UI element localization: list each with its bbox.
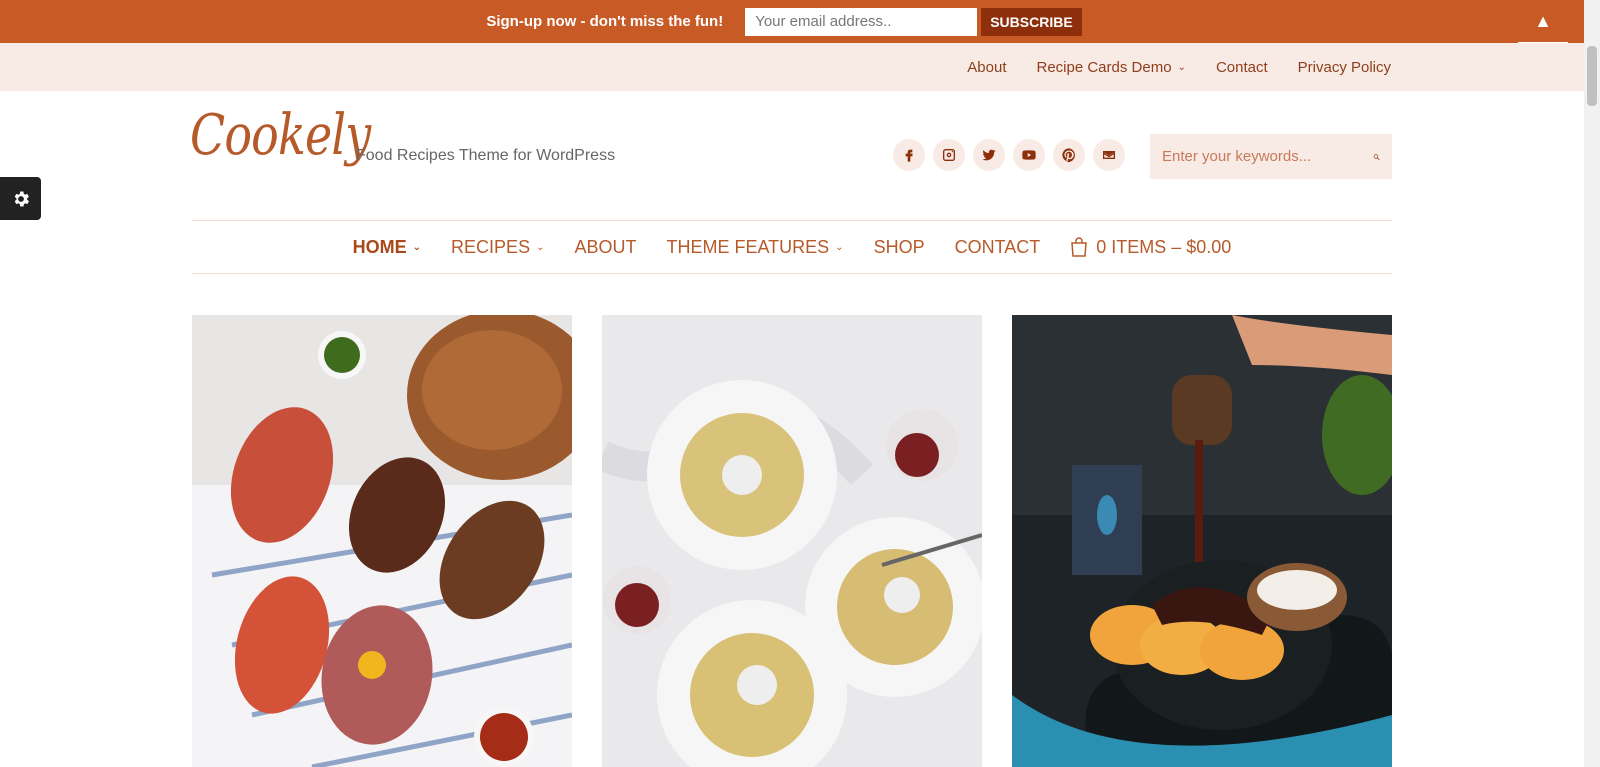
nav-recipes[interactable]: RECIPES ⌄: [451, 237, 544, 258]
chevron-down-icon: ⌄: [1177, 61, 1186, 73]
top-nav-privacy-policy[interactable]: Privacy Policy: [1298, 59, 1391, 76]
email-icon[interactable]: [1093, 139, 1125, 171]
youtube-icon[interactable]: [1013, 139, 1045, 171]
nav-shop[interactable]: SHOP: [874, 237, 925, 258]
signup-collapse-button[interactable]: ▲: [1518, 0, 1568, 43]
site-tagline: Food Recipes Theme for WordPress: [356, 147, 616, 164]
chevron-down-icon: ⌄: [835, 241, 844, 253]
nav-theme-features[interactable]: THEME FEATURES ⌄: [666, 237, 843, 258]
triangle-up-icon: ▲: [1534, 10, 1552, 31]
gear-icon: [14, 191, 29, 206]
twitter-icon[interactable]: [973, 139, 1005, 171]
search-icon[interactable]: [1373, 146, 1380, 168]
top-nav-recipe-cards-demo[interactable]: Recipe Cards Demo ⌄: [1036, 59, 1185, 76]
bruschetta-photo: [192, 315, 572, 767]
page-scrollbar[interactable]: [1584, 0, 1600, 767]
facebook-icon[interactable]: [893, 139, 925, 171]
post-card-pancakes[interactable]: [1012, 315, 1392, 767]
top-nav-contact[interactable]: Contact: [1216, 59, 1268, 76]
signup-email-input[interactable]: [745, 7, 978, 36]
site-logo[interactable]: Cookely: [190, 108, 371, 164]
signup-bar: Sign-up now - don't miss the fun! SUBSCR…: [0, 0, 1600, 43]
search-input[interactable]: [1150, 134, 1373, 179]
header-search: [1150, 134, 1392, 179]
chevron-down-icon: ⌄: [536, 241, 545, 253]
settings-panel-toggle[interactable]: [0, 177, 41, 220]
nav-home[interactable]: HOME ⌄: [353, 237, 421, 258]
post-card-bruschetta[interactable]: [192, 315, 572, 767]
social-links: [893, 139, 1133, 171]
subscribe-button[interactable]: SUBSCRIBE: [981, 7, 1082, 36]
nav-cart[interactable]: 0 ITEMS – $0.00: [1070, 237, 1231, 258]
nav-contact[interactable]: CONTACT: [955, 237, 1041, 258]
post-card-spaghetti[interactable]: [602, 315, 982, 767]
pancakes-syrup-photo: [1012, 315, 1392, 767]
instagram-icon[interactable]: [933, 139, 965, 171]
signup-text: Sign-up now - don't miss the fun!: [486, 13, 724, 30]
shopping-bag-icon: [1071, 237, 1088, 257]
chevron-down-icon: ⌄: [412, 241, 422, 253]
scrollbar-thumb[interactable]: [1587, 46, 1597, 106]
top-nav-about[interactable]: About: [967, 59, 1006, 76]
pinterest-icon[interactable]: [1053, 139, 1085, 171]
main-navigation: HOME ⌄ RECIPES ⌄ ABOUT THEME FEATURES ⌄ SHO…: [192, 220, 1392, 274]
nav-about[interactable]: ABOUT: [574, 237, 636, 258]
top-navigation: About Recipe Cards Demo ⌄ Contact Privacy…: [0, 43, 1584, 91]
spaghetti-photo: [602, 315, 982, 767]
